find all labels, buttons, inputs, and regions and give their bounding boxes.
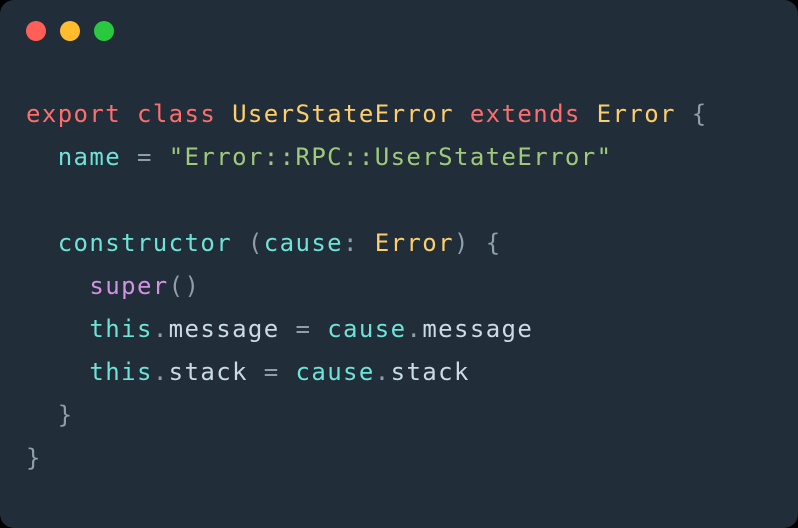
code-line: export class UserStateError extends Erro…	[26, 100, 708, 128]
code-token: name	[58, 143, 121, 171]
code-token: this	[89, 315, 152, 343]
code-token: .	[375, 358, 391, 386]
code-content: export class UserStateError extends Erro…	[26, 100, 708, 472]
code-line: name = "Error::RPC::UserStateError"	[26, 143, 612, 171]
code-token: class	[137, 100, 216, 128]
code-token	[280, 358, 296, 386]
code-token	[26, 143, 58, 171]
code-token	[454, 100, 470, 128]
code-token	[359, 229, 375, 257]
code-line: this.stack = cause.stack	[26, 358, 470, 386]
code-token: (	[248, 229, 264, 257]
code-token	[26, 401, 58, 429]
code-token: =	[295, 315, 311, 343]
code-token	[676, 100, 692, 128]
code-token: "Error::RPC::UserStateError"	[169, 143, 613, 171]
code-token: super	[89, 272, 168, 300]
code-token	[232, 229, 248, 257]
code-token: ()	[169, 272, 201, 300]
code-token: .	[153, 358, 169, 386]
code-token	[26, 315, 89, 343]
code-token: }	[26, 444, 42, 472]
traffic-light-minimize-icon[interactable]	[60, 21, 80, 41]
code-token	[26, 358, 89, 386]
window-titlebar	[0, 0, 798, 34]
code-token	[216, 100, 232, 128]
code-token	[121, 100, 137, 128]
code-token: .	[406, 315, 422, 343]
code-token: export	[26, 100, 121, 128]
code-token	[280, 315, 296, 343]
code-line: this.message = cause.message	[26, 315, 533, 343]
code-line: }	[26, 401, 74, 429]
code-token: stack	[391, 358, 470, 386]
code-token: constructor	[58, 229, 232, 257]
code-token: {	[486, 229, 502, 257]
code-token: this	[89, 358, 152, 386]
code-token	[311, 315, 327, 343]
code-token: message	[169, 315, 280, 343]
code-token: cause	[296, 358, 375, 386]
code-token: message	[422, 315, 533, 343]
code-token: extends	[470, 100, 581, 128]
code-token	[26, 229, 58, 257]
code-line: super()	[26, 272, 200, 300]
code-token	[470, 229, 486, 257]
traffic-light-close-icon[interactable]	[26, 21, 46, 41]
code-window: export class UserStateError extends Erro…	[0, 0, 798, 528]
code-token: }	[58, 401, 74, 429]
code-token: .	[153, 315, 169, 343]
code-token	[26, 272, 89, 300]
code-line: }	[26, 444, 42, 472]
code-token: Error	[375, 229, 454, 257]
code-token: UserStateError	[232, 100, 454, 128]
traffic-light-zoom-icon[interactable]	[94, 21, 114, 41]
code-token	[581, 100, 597, 128]
code-token: {	[692, 100, 708, 128]
code-token	[153, 143, 169, 171]
code-token: )	[454, 229, 470, 257]
code-block: export class UserStateError extends Erro…	[0, 34, 798, 481]
code-token: cause	[264, 229, 343, 257]
code-token	[121, 143, 137, 171]
code-token: =	[137, 143, 153, 171]
code-token: stack	[169, 358, 248, 386]
code-token: :	[343, 229, 359, 257]
code-token: Error	[597, 100, 676, 128]
code-token: cause	[327, 315, 406, 343]
code-token: =	[264, 358, 280, 386]
code-token	[248, 358, 264, 386]
code-line: constructor (cause: Error) {	[26, 229, 502, 257]
